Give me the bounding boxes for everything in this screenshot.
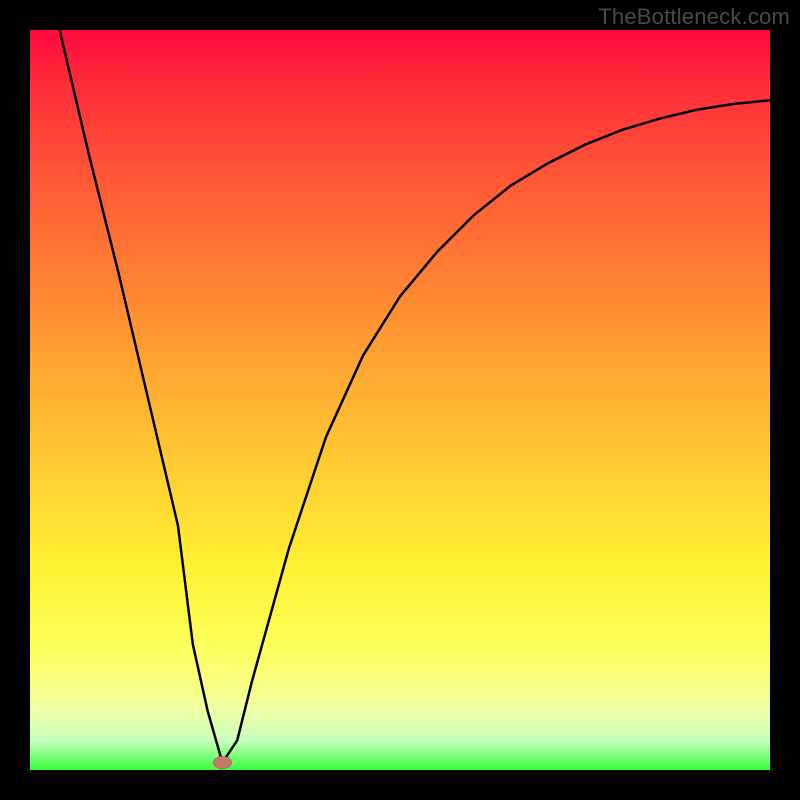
chart-area — [30, 30, 770, 770]
optimum-marker — [213, 757, 231, 769]
chart-svg — [30, 30, 770, 770]
bottleneck-curve — [60, 30, 770, 763]
watermark-text: TheBottleneck.com — [598, 4, 790, 30]
